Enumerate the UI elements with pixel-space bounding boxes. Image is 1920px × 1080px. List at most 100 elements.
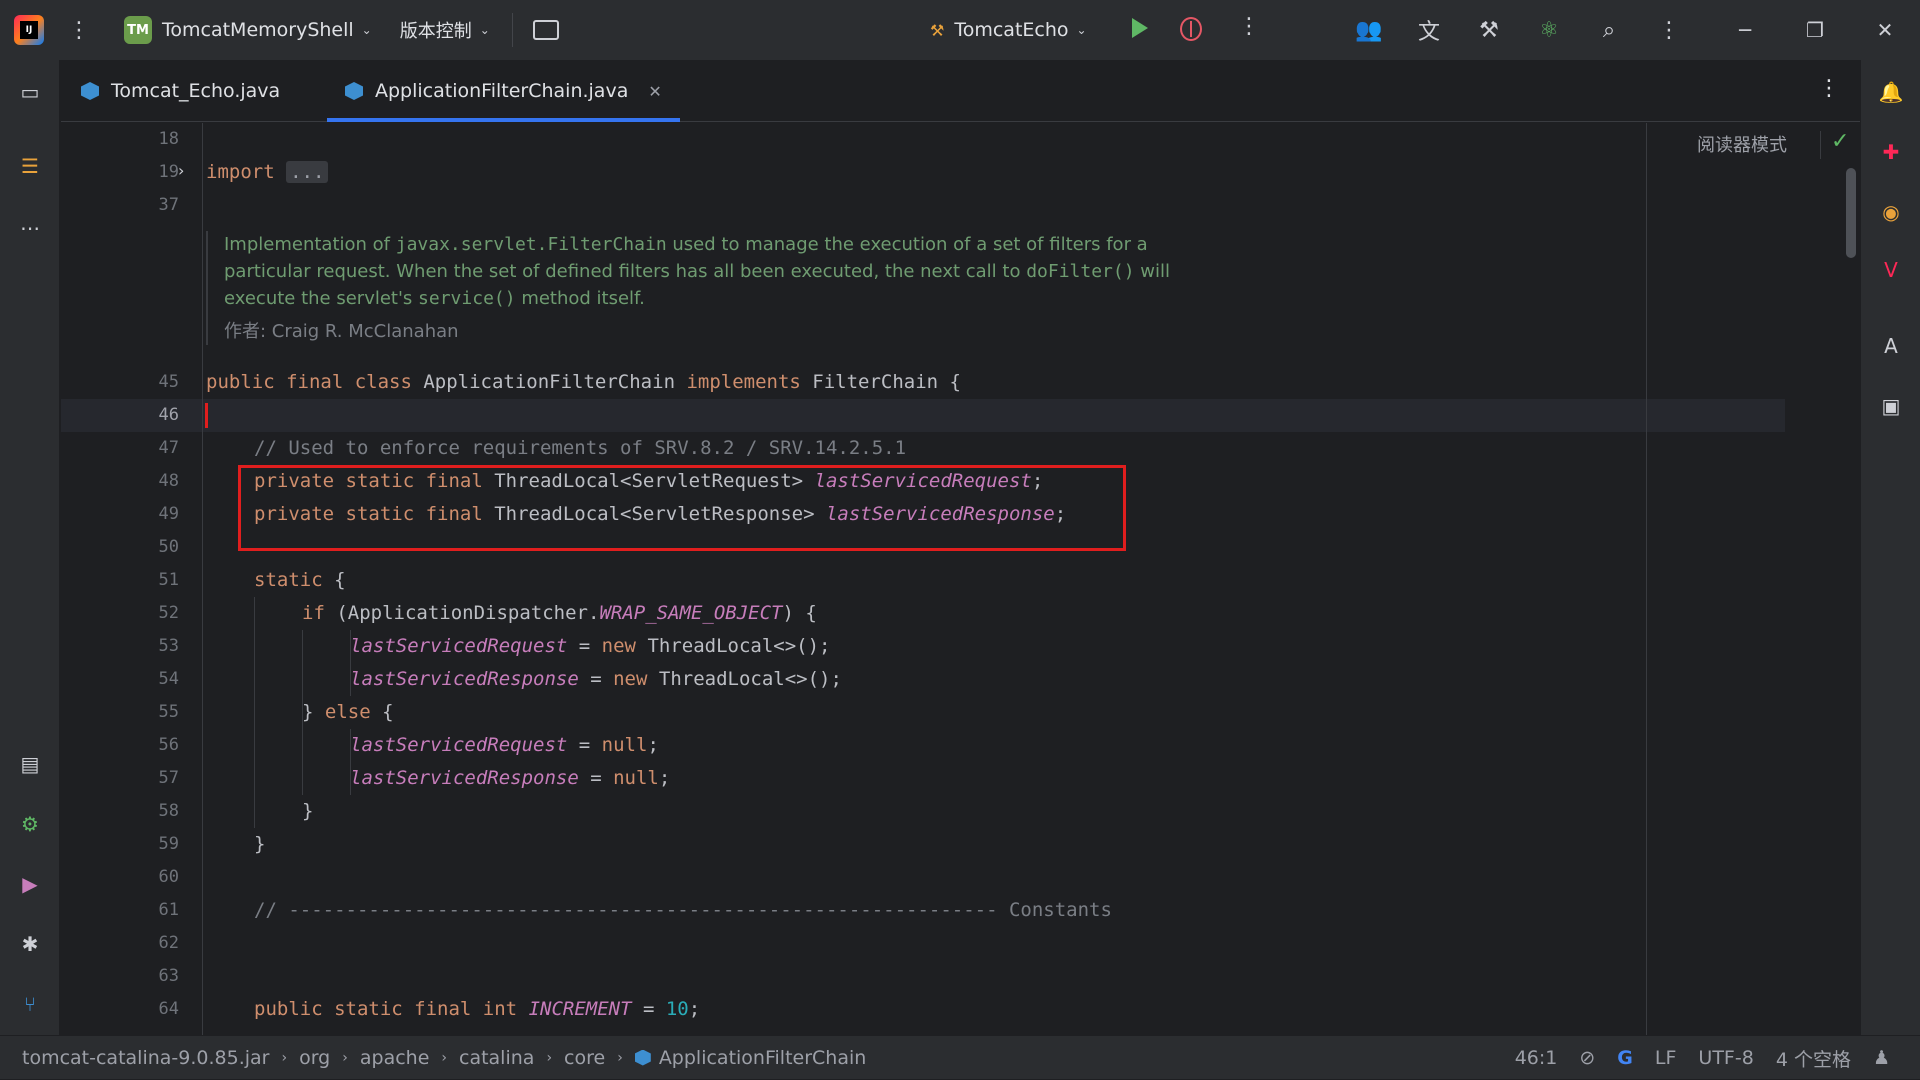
chevron-down-icon[interactable]: ⌄ (480, 23, 490, 37)
code-line-51: static { (254, 569, 346, 591)
more-tools-icon[interactable]: ⋯ (16, 214, 44, 242)
run-icon[interactable] (1132, 18, 1148, 38)
line-number: 55 (158, 702, 179, 722)
close-icon[interactable]: ✕ (1850, 18, 1920, 42)
git-branch-icon[interactable]: ⑂ (16, 990, 44, 1018)
tab-tomcat-echo[interactable]: Tomcat_Echo.java (81, 60, 280, 122)
no-problems-check-icon[interactable]: ✓ (1831, 129, 1849, 154)
code-line-64: public static final int INCREMENT = 10; (254, 998, 701, 1020)
breadcrumb-item[interactable]: ApplicationFilterChain (659, 1047, 867, 1069)
java-class-icon (81, 82, 99, 100)
code-line-56: lastServicedRequest = null; (350, 734, 659, 756)
line-number: 63 (158, 966, 179, 986)
minimize-icon[interactable]: ─ (1710, 18, 1780, 42)
right-tool-window-bar: 🔔 ✚ ◉ V A ▣ (1860, 60, 1920, 1035)
project-name[interactable]: TomcatMemoryShell (162, 19, 354, 41)
vertical-scrollbar[interactable] (1846, 168, 1856, 258)
database-icon[interactable]: ◉ (1877, 198, 1905, 226)
vcs-menu[interactable]: 版本控制 (400, 17, 472, 43)
google-icon[interactable]: G (1617, 1047, 1633, 1069)
javadoc-author: 作者: Craig R. McClanahan (224, 321, 459, 342)
tab-application-filter-chain[interactable]: ApplicationFilterChain.java ✕ (327, 60, 680, 122)
run-config-selector[interactable]: ⚒ TomcatEcho ⌄ (930, 0, 1087, 60)
settings-update-icon[interactable]: ⋮ (1655, 16, 1683, 44)
structure-icon[interactable]: ☰ (16, 152, 44, 180)
services-icon[interactable]: ▤ (16, 750, 44, 778)
tools-icon[interactable]: ⚒ (1475, 16, 1503, 44)
code-with-me-icon[interactable]: 👥 (1355, 16, 1383, 44)
line-number: 56 (158, 735, 179, 755)
line-number: 53 (158, 636, 179, 656)
code-line-45: public final class ApplicationFilterChai… (206, 371, 961, 393)
project-badge[interactable]: TM (124, 16, 152, 44)
documentation-icon[interactable]: A (1877, 332, 1905, 360)
tab-options-icon[interactable]: ⋮ (1818, 76, 1840, 101)
breadcrumb-item[interactable]: apache (360, 1047, 430, 1069)
code-line-19: import ... (206, 156, 329, 189)
gear-icon[interactable]: ⚙ (16, 810, 44, 838)
code-editor[interactable]: 阅读器模式 ✓ 18 19 37 45 46 47 48 49 50 51 52… (61, 123, 1860, 1035)
debug-icon[interactable] (1180, 17, 1202, 41)
ai-chat-icon[interactable]: ✚ (1877, 138, 1905, 166)
code-line-58: } (302, 800, 314, 822)
line-number: 37 (158, 195, 179, 215)
keyword: import (206, 161, 275, 183)
breadcrumb-item[interactable]: core (564, 1047, 605, 1069)
indent-setting[interactable]: 4 个空格 (1776, 1045, 1851, 1072)
line-number: 46 (158, 405, 179, 425)
search-icon[interactable]: ⌕ (1595, 16, 1623, 44)
left-tool-window-bar: ▭ ☰ ⋯ ▤ ⚙ ▶ ✱ ⑂ (0, 60, 60, 1035)
terminal-icon[interactable]: ▶ (16, 870, 44, 898)
fold-expand-icon[interactable]: › (178, 161, 184, 180)
editor-tabs: Tomcat_Echo.java ApplicationFilterChain.… (61, 60, 1860, 122)
breadcrumb-item[interactable]: tomcat-catalina-9.0.85.jar (22, 1047, 269, 1069)
code-line-59: } (254, 833, 266, 855)
line-number: 51 (158, 570, 179, 590)
chevron-right-icon: › (617, 1049, 623, 1066)
more-actions-icon[interactable]: ⋮ (1238, 14, 1260, 39)
chevron-right-icon: › (441, 1049, 447, 1066)
javadoc-text: Implementation of javax.servlet.FilterCh… (224, 234, 1171, 309)
chevron-right-icon: › (342, 1049, 348, 1066)
breadcrumb-item[interactable]: catalina (459, 1047, 534, 1069)
run-config-name: TomcatEcho (954, 19, 1069, 41)
app-logo[interactable]: IJ (0, 0, 44, 60)
breadcrumb-item[interactable]: org (299, 1047, 330, 1069)
right-margin-guide (1646, 123, 1647, 1035)
breadcrumb: tomcat-catalina-9.0.85.jar › org › apach… (22, 1047, 866, 1069)
notifications-icon[interactable]: 🔔 (1877, 78, 1905, 106)
line-number: 49 (158, 504, 179, 524)
tab-label: ApplicationFilterChain.java (375, 80, 629, 102)
chevron-down-icon[interactable]: ⌄ (362, 23, 372, 37)
project-view-icon[interactable]: ▭ (16, 78, 44, 106)
line-number: 18 (158, 129, 179, 149)
file-encoding[interactable]: UTF-8 (1698, 1047, 1753, 1069)
main-menu-icon[interactable]: ⋮ (68, 18, 90, 43)
problems-icon[interactable]: ✱ (16, 930, 44, 958)
maven-icon[interactable]: V (1877, 256, 1905, 284)
line-number: 61 (158, 900, 179, 920)
indent-guide (254, 597, 255, 828)
cursor-position[interactable]: 46:1 (1515, 1047, 1558, 1069)
java-class-icon (634, 1049, 651, 1066)
reader-mode-toggle[interactable]: 阅读器模式 (1697, 131, 1787, 157)
memory-indicator-icon[interactable]: ♟ (1873, 1047, 1890, 1069)
close-tab-icon[interactable]: ✕ (648, 82, 661, 101)
annotation-highlight-box (238, 465, 1126, 551)
tab-label: Tomcat_Echo.java (111, 80, 281, 102)
ai-assistant-icon[interactable]: ⚛ (1535, 16, 1563, 44)
translate-icon[interactable]: 文 (1415, 16, 1443, 45)
folded-imports[interactable]: ... (286, 161, 329, 183)
code-line-61: // -------------------------------------… (254, 899, 1112, 921)
status-bar: tomcat-catalina-9.0.85.jar › org › apach… (0, 1035, 1920, 1079)
line-number: 52 (158, 603, 179, 623)
chevron-right-icon: › (281, 1049, 288, 1066)
line-number: 45 (158, 372, 179, 392)
restore-icon[interactable]: ❐ (1780, 18, 1850, 42)
line-separator[interactable]: LF (1655, 1047, 1677, 1069)
line-number: 50 (158, 537, 179, 557)
bookmarks-icon[interactable]: ▣ (1877, 392, 1905, 420)
inspections-off-icon[interactable]: ⊘ (1579, 1047, 1595, 1069)
line-number: 60 (158, 867, 179, 887)
folder-icon[interactable] (532, 20, 559, 40)
